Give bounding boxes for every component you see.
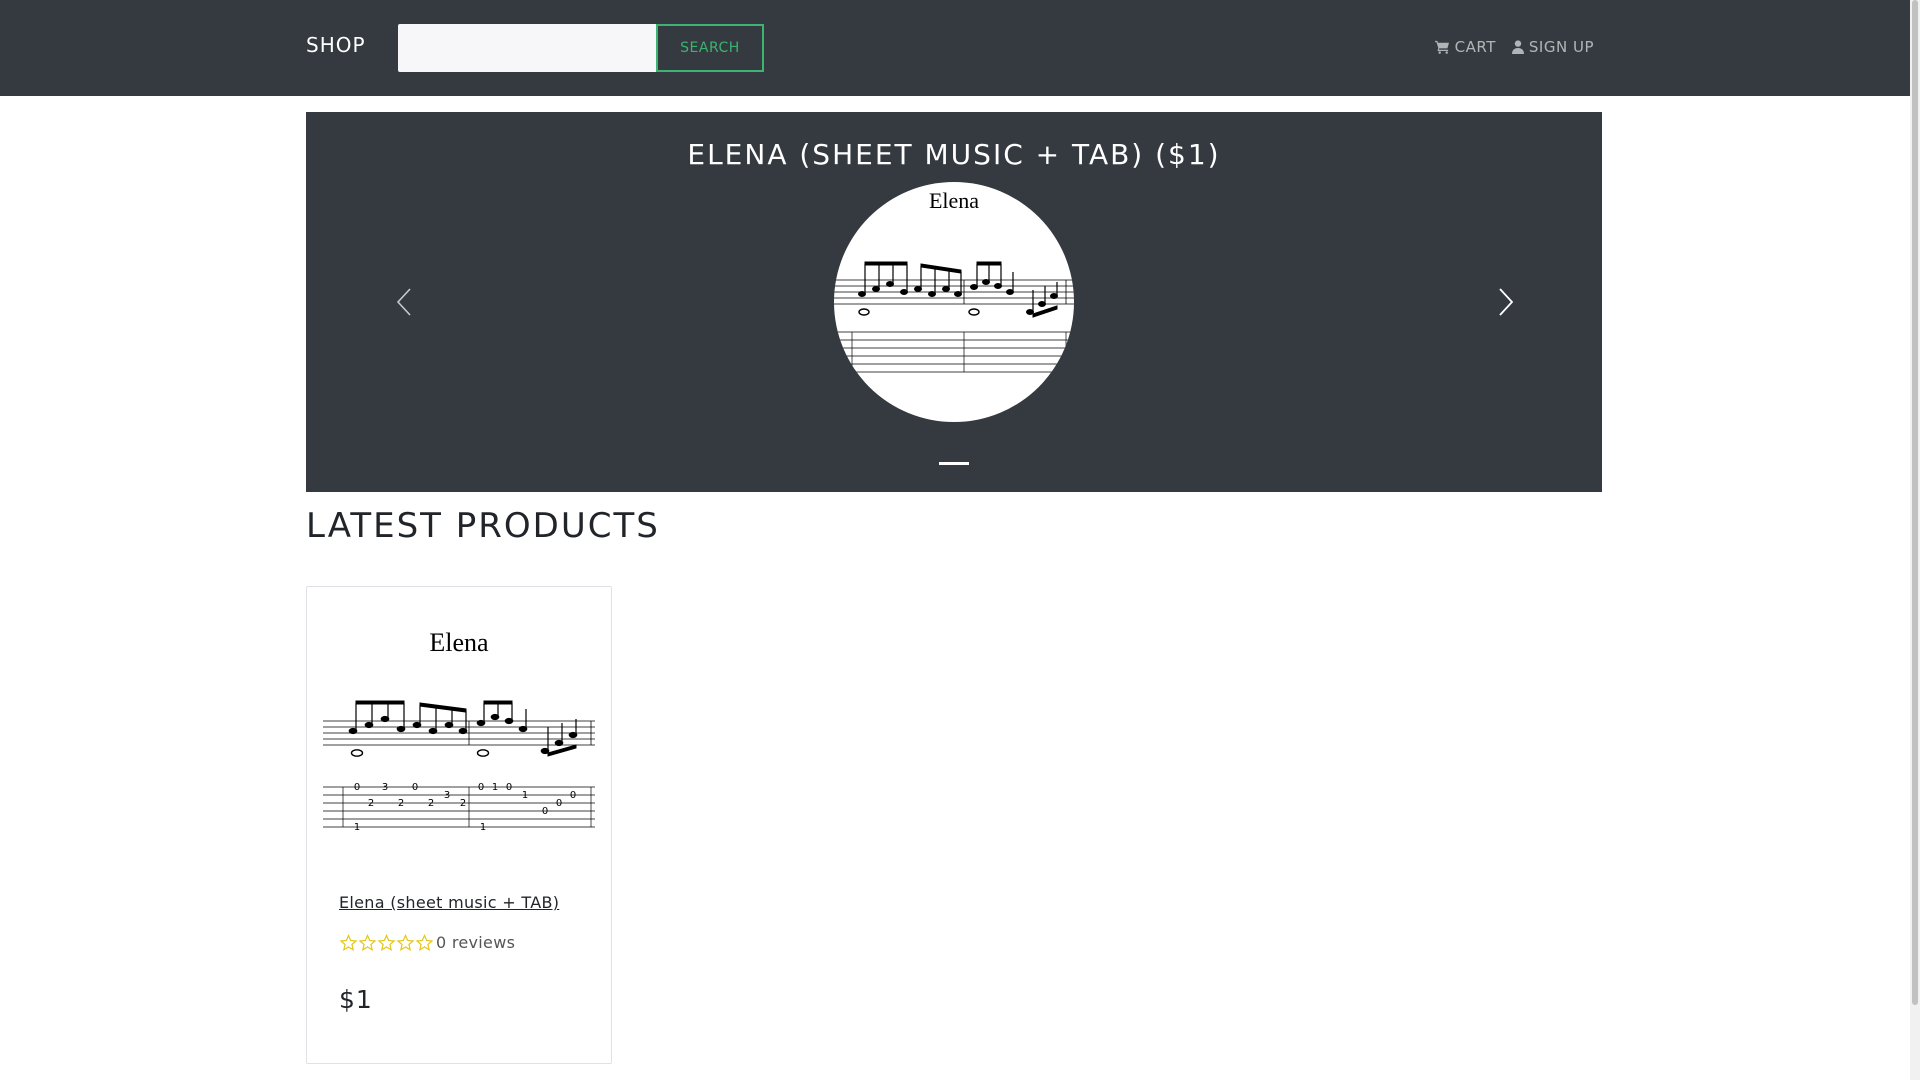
svg-text:0: 0 (412, 782, 418, 793)
search-button[interactable]: SEARCH (656, 24, 764, 72)
signup-label: SIGN UP (1528, 38, 1594, 56)
cart-link[interactable]: CART (1434, 38, 1496, 56)
chevron-left-icon (396, 288, 411, 316)
carousel-indicator-active[interactable] (939, 462, 969, 465)
svg-text:3: 3 (382, 782, 388, 793)
navbar: SHOP SEARCH CART SIGN UP (0, 0, 1910, 96)
svg-text:0: 0 (570, 790, 576, 801)
svg-text:0: 0 (506, 782, 512, 793)
svg-text:0: 0 (542, 806, 548, 817)
svg-text:2: 2 (460, 798, 466, 809)
carousel-title[interactable]: ELENA (SHEET MUSIC + TAB) ($1) (306, 138, 1602, 171)
nav-links: CART SIGN UP (1434, 38, 1594, 56)
svg-text:0: 0 (478, 782, 484, 793)
product-image-caption: Elena (429, 628, 489, 657)
cart-icon (1434, 40, 1449, 54)
product-image[interactable]: Elena 0 3 0 0 1 0 0 2 2 2 3 2 1 0 1 1 0 (323, 603, 595, 875)
signup-link[interactable]: SIGN UP (1511, 38, 1594, 56)
star-outline-icon (339, 933, 358, 951)
star-outline-icon (396, 933, 415, 951)
product-card: Elena 0 3 0 0 1 0 0 2 2 2 3 2 1 0 1 1 0 … (306, 586, 612, 1064)
product-sheet-music-image: Elena 0 3 0 0 1 0 0 2 2 2 3 2 1 0 1 1 0 (323, 628, 595, 833)
review-count: 0 reviews (436, 933, 516, 952)
product-rating: 0 reviews (339, 933, 515, 952)
star-outline-icon (415, 933, 434, 951)
svg-text:1: 1 (522, 790, 528, 801)
svg-text:2: 2 (428, 798, 434, 809)
carousel-product-image[interactable]: Elena (834, 182, 1074, 422)
user-icon (1511, 40, 1524, 54)
chevron-right-icon (1499, 288, 1514, 316)
product-price: $1 (339, 985, 373, 1014)
product-carousel: ELENA (SHEET MUSIC + TAB) ($1) Elena (306, 112, 1602, 492)
svg-text:0: 0 (556, 798, 562, 809)
search-input[interactable] (398, 24, 656, 72)
svg-text:2: 2 (368, 798, 374, 809)
brand-link[interactable]: SHOP (306, 33, 366, 57)
sheet-music-image: Elena (834, 188, 1074, 373)
svg-text:1: 1 (492, 782, 498, 793)
product-name-link[interactable]: Elena (sheet music + TAB) (339, 893, 559, 912)
svg-text:1: 1 (480, 822, 486, 833)
svg-text:2: 2 (398, 798, 404, 809)
carousel-prev-button[interactable] (384, 282, 424, 322)
search-form: SEARCH (398, 24, 764, 72)
star-outline-icon (358, 933, 377, 951)
latest-products-heading: LATEST PRODUCTS (306, 506, 660, 546)
svg-text:3: 3 (444, 790, 450, 801)
star-outline-icon (377, 933, 396, 951)
carousel-image-caption: Elena (929, 188, 979, 213)
cart-label: CART (1454, 38, 1496, 56)
svg-text:0: 0 (354, 782, 360, 793)
svg-text:1: 1 (354, 822, 360, 833)
carousel-next-button[interactable] (1486, 282, 1526, 322)
scrollbar-thumb[interactable] (1912, 0, 1918, 1005)
